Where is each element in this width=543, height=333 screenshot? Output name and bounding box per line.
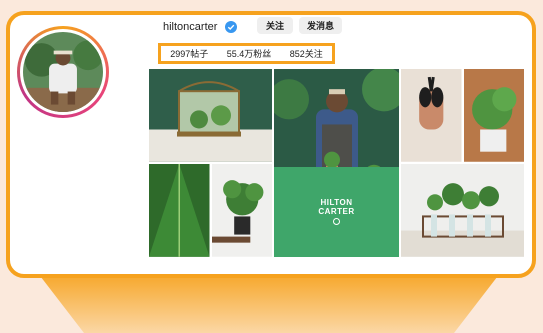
post-thumbnail-hilton-carter[interactable]: HILTON CARTER	[274, 69, 399, 257]
avatar-photo	[23, 32, 103, 112]
post-thumbnail-terrarium[interactable]	[149, 69, 272, 162]
brand-line-1: HILTON	[320, 198, 353, 208]
post-thumbnail-leaf-pair[interactable]	[149, 163, 272, 257]
profile-avatar[interactable]	[17, 26, 109, 118]
message-button[interactable]: 发消息	[299, 17, 342, 34]
follow-button[interactable]: 关注	[257, 17, 293, 34]
posts-count[interactable]: 2997帖子	[170, 47, 208, 60]
post-thumbnail-propagation[interactable]	[401, 163, 524, 257]
brand-mark-icon	[333, 218, 340, 226]
brand-logo-box: HILTON CARTER	[274, 166, 399, 257]
followers-count[interactable]: 55.4万粉丝	[227, 47, 272, 60]
following-count[interactable]: 852关注	[290, 47, 323, 60]
profile-stats: 2997帖子 55.4万粉丝 852关注	[158, 43, 335, 64]
verified-badge-icon	[225, 21, 237, 33]
brand-line-2: CARTER	[318, 207, 355, 217]
post-grid: HILTON CARTER	[149, 69, 524, 257]
profile-username[interactable]: hiltoncarter	[163, 21, 217, 33]
post-thumbnail-shears[interactable]	[401, 69, 524, 162]
